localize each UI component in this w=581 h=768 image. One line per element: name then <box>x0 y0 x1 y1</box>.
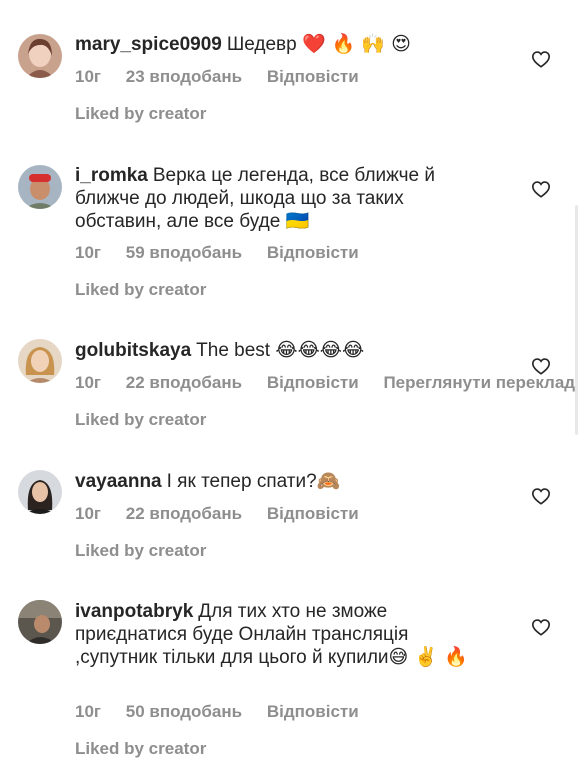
avatar[interactable] <box>18 34 62 78</box>
comment-item: vayaanna І як тепер спати?🙈 10г 22 вподоб… <box>0 450 581 580</box>
heart-outline-icon[interactable] <box>531 50 551 68</box>
reply-button[interactable]: Відповісти <box>267 243 359 263</box>
liked-by-creator: Liked by creator <box>75 410 207 429</box>
avatar-image <box>18 34 62 78</box>
comment-text: ivanpotabryk Для тих хто не зможе приєдна… <box>75 600 485 669</box>
liked-by-creator: Liked by creator <box>75 280 207 299</box>
comment-time: 10г <box>75 702 101 721</box>
heart-outline-icon[interactable] <box>531 487 551 505</box>
heart-outline-icon[interactable] <box>531 357 551 375</box>
avatar-image <box>18 600 62 644</box>
comment-text: vayaanna І як тепер спати?🙈 <box>75 470 485 493</box>
comment-meta: 10г 59 вподобань Відповісти <box>75 243 379 263</box>
comment-username[interactable]: ivanpotabryk <box>75 601 193 622</box>
comments-list: mary_spice0909 Шедевр ❤️ 🔥 🙌 😍 10г 23 впо… <box>0 0 581 768</box>
comment-message: Шедевр <box>226 34 297 55</box>
comment-item: mary_spice0909 Шедевр ❤️ 🔥 🙌 😍 10г 23 впо… <box>0 0 581 140</box>
comment-emoji: 😂😂😂😂 <box>275 339 365 361</box>
likes-count[interactable]: 22 вподобань <box>126 504 242 524</box>
comment-username[interactable]: i_romka <box>75 165 148 186</box>
comment-meta: 10г 50 вподобань Відповісти <box>75 702 379 722</box>
comment-emoji: ❤️ 🔥 🙌 😍 <box>302 33 411 55</box>
heart-outline-icon[interactable] <box>531 180 551 198</box>
comment-text: mary_spice0909 Шедевр ❤️ 🔥 🙌 😍 <box>75 33 485 56</box>
comment-meta: 10г 23 вподобань Відповісти <box>75 67 379 87</box>
comment-time: 10г <box>75 243 101 262</box>
comment-username[interactable]: mary_spice0909 <box>75 34 222 55</box>
avatar-image <box>18 339 62 383</box>
comment-emoji: 🇺🇦 <box>285 210 310 232</box>
heart-outline-icon[interactable] <box>531 618 551 636</box>
likes-count[interactable]: 22 вподобань <box>126 373 242 393</box>
comment-item: ivanpotabryk Для тих хто не зможе приєдна… <box>0 580 581 768</box>
avatar-image <box>18 470 62 514</box>
liked-by-creator: Liked by creator <box>75 739 207 758</box>
comment-emoji: 🙈 <box>316 470 341 492</box>
comment-emoji: 😅 ✌️ 🔥 <box>388 646 468 668</box>
reply-button[interactable]: Відповісти <box>267 373 359 393</box>
liked-by-creator: Liked by creator <box>75 104 207 123</box>
likes-count[interactable]: 23 вподобань <box>126 67 242 87</box>
liked-by-creator: Liked by creator <box>75 541 207 560</box>
likes-count[interactable]: 50 вподобань <box>126 702 242 722</box>
avatar[interactable] <box>18 600 62 644</box>
avatar-image <box>18 165 62 209</box>
avatar[interactable] <box>18 339 62 383</box>
comment-item: i_romka Верка це легенда, все ближче й бл… <box>0 140 581 320</box>
comment-message: І як тепер спати? <box>166 471 317 492</box>
see-translation-button[interactable]: Переглянути переклад <box>383 373 575 393</box>
scrollbar[interactable] <box>575 205 578 435</box>
comment-item: golubitskaya The best 😂😂😂😂 10г 22 вподоба… <box>0 320 581 450</box>
reply-button[interactable]: Відповісти <box>267 702 359 722</box>
comment-time: 10г <box>75 373 101 392</box>
comment-time: 10г <box>75 67 101 86</box>
reply-button[interactable]: Відповісти <box>267 67 359 87</box>
comment-text: i_romka Верка це легенда, все ближче й бл… <box>75 164 485 233</box>
reply-button[interactable]: Відповісти <box>267 504 359 524</box>
comment-meta: 10г 22 вподобань Відповісти Переглянути … <box>75 373 581 393</box>
comment-username[interactable]: vayaanna <box>75 471 162 492</box>
avatar[interactable] <box>18 165 62 209</box>
comment-username[interactable]: golubitskaya <box>75 340 191 361</box>
comment-meta: 10г 22 вподобань Відповісти <box>75 504 379 524</box>
avatar[interactable] <box>18 470 62 514</box>
comment-time: 10г <box>75 504 101 523</box>
likes-count[interactable]: 59 вподобань <box>126 243 242 263</box>
comment-message: The best <box>196 340 271 361</box>
comment-text: golubitskaya The best 😂😂😂😂 <box>75 339 485 362</box>
